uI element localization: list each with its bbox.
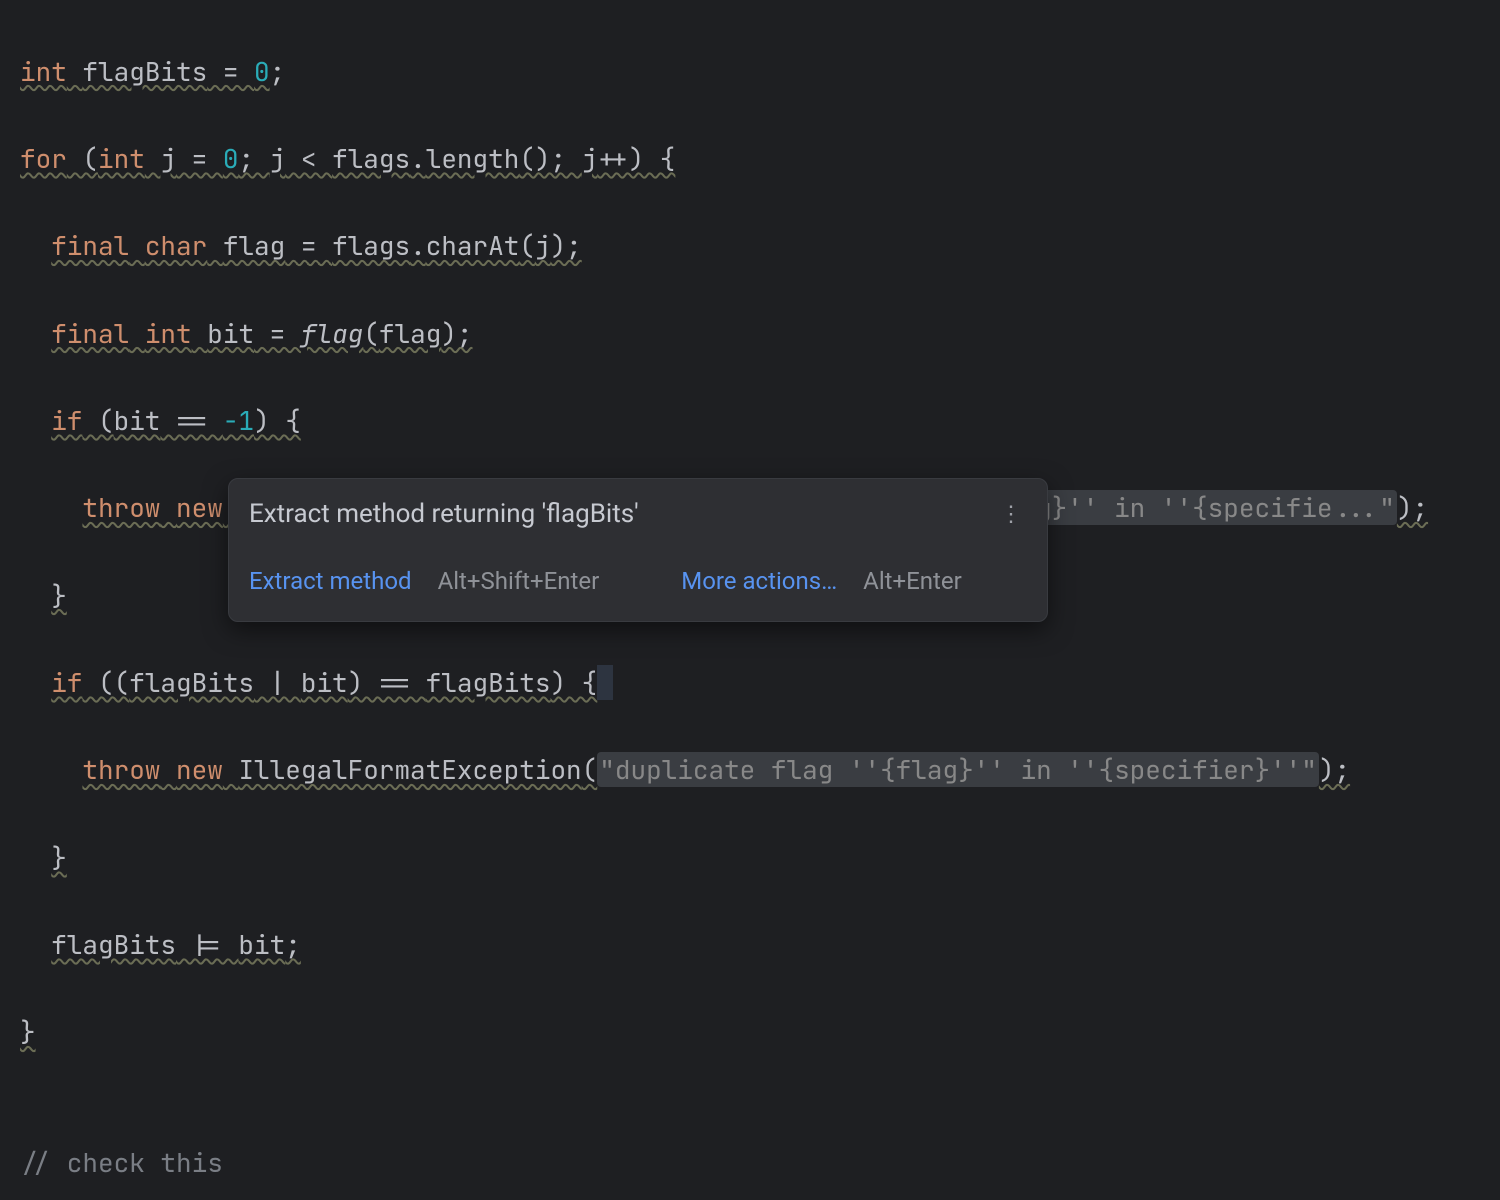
code-line: flagBits |= bit; bbox=[20, 923, 1480, 967]
code-line: final char flag = flags.charAt(j); bbox=[20, 224, 1480, 268]
code-line: // check this bbox=[20, 1141, 1480, 1185]
extract-method-action[interactable]: Extract method bbox=[249, 561, 412, 601]
code-line: if (bit == -1) { bbox=[20, 399, 1480, 443]
intention-popup: Extract method returning 'flagBits' ⋮ Ex… bbox=[228, 478, 1048, 622]
code-line: throw new IllegalFormatException("duplic… bbox=[20, 748, 1480, 792]
popup-title: Extract method returning 'flagBits' bbox=[249, 493, 639, 537]
code-line: for (int j = 0; j < flags.length(); j++)… bbox=[20, 137, 1480, 181]
code-line: if ((flagBits | bit) == flagBits) { bbox=[20, 661, 1480, 705]
folded-string[interactable]: "duplicate flag ''{flag}'' in ''{specifi… bbox=[597, 752, 1319, 787]
more-actions-action[interactable]: More actions… bbox=[681, 561, 837, 601]
code-line: } bbox=[20, 836, 1480, 880]
code-line: } bbox=[20, 1010, 1480, 1054]
shortcut-label: Alt+Enter bbox=[863, 561, 962, 601]
code-line: final int bit = flag(flag); bbox=[20, 312, 1480, 356]
code-line: int flagBits = 0; bbox=[20, 50, 1480, 94]
shortcut-label: Alt+Shift+Enter bbox=[438, 561, 600, 601]
more-vert-icon[interactable]: ⋮ bbox=[994, 502, 1027, 528]
